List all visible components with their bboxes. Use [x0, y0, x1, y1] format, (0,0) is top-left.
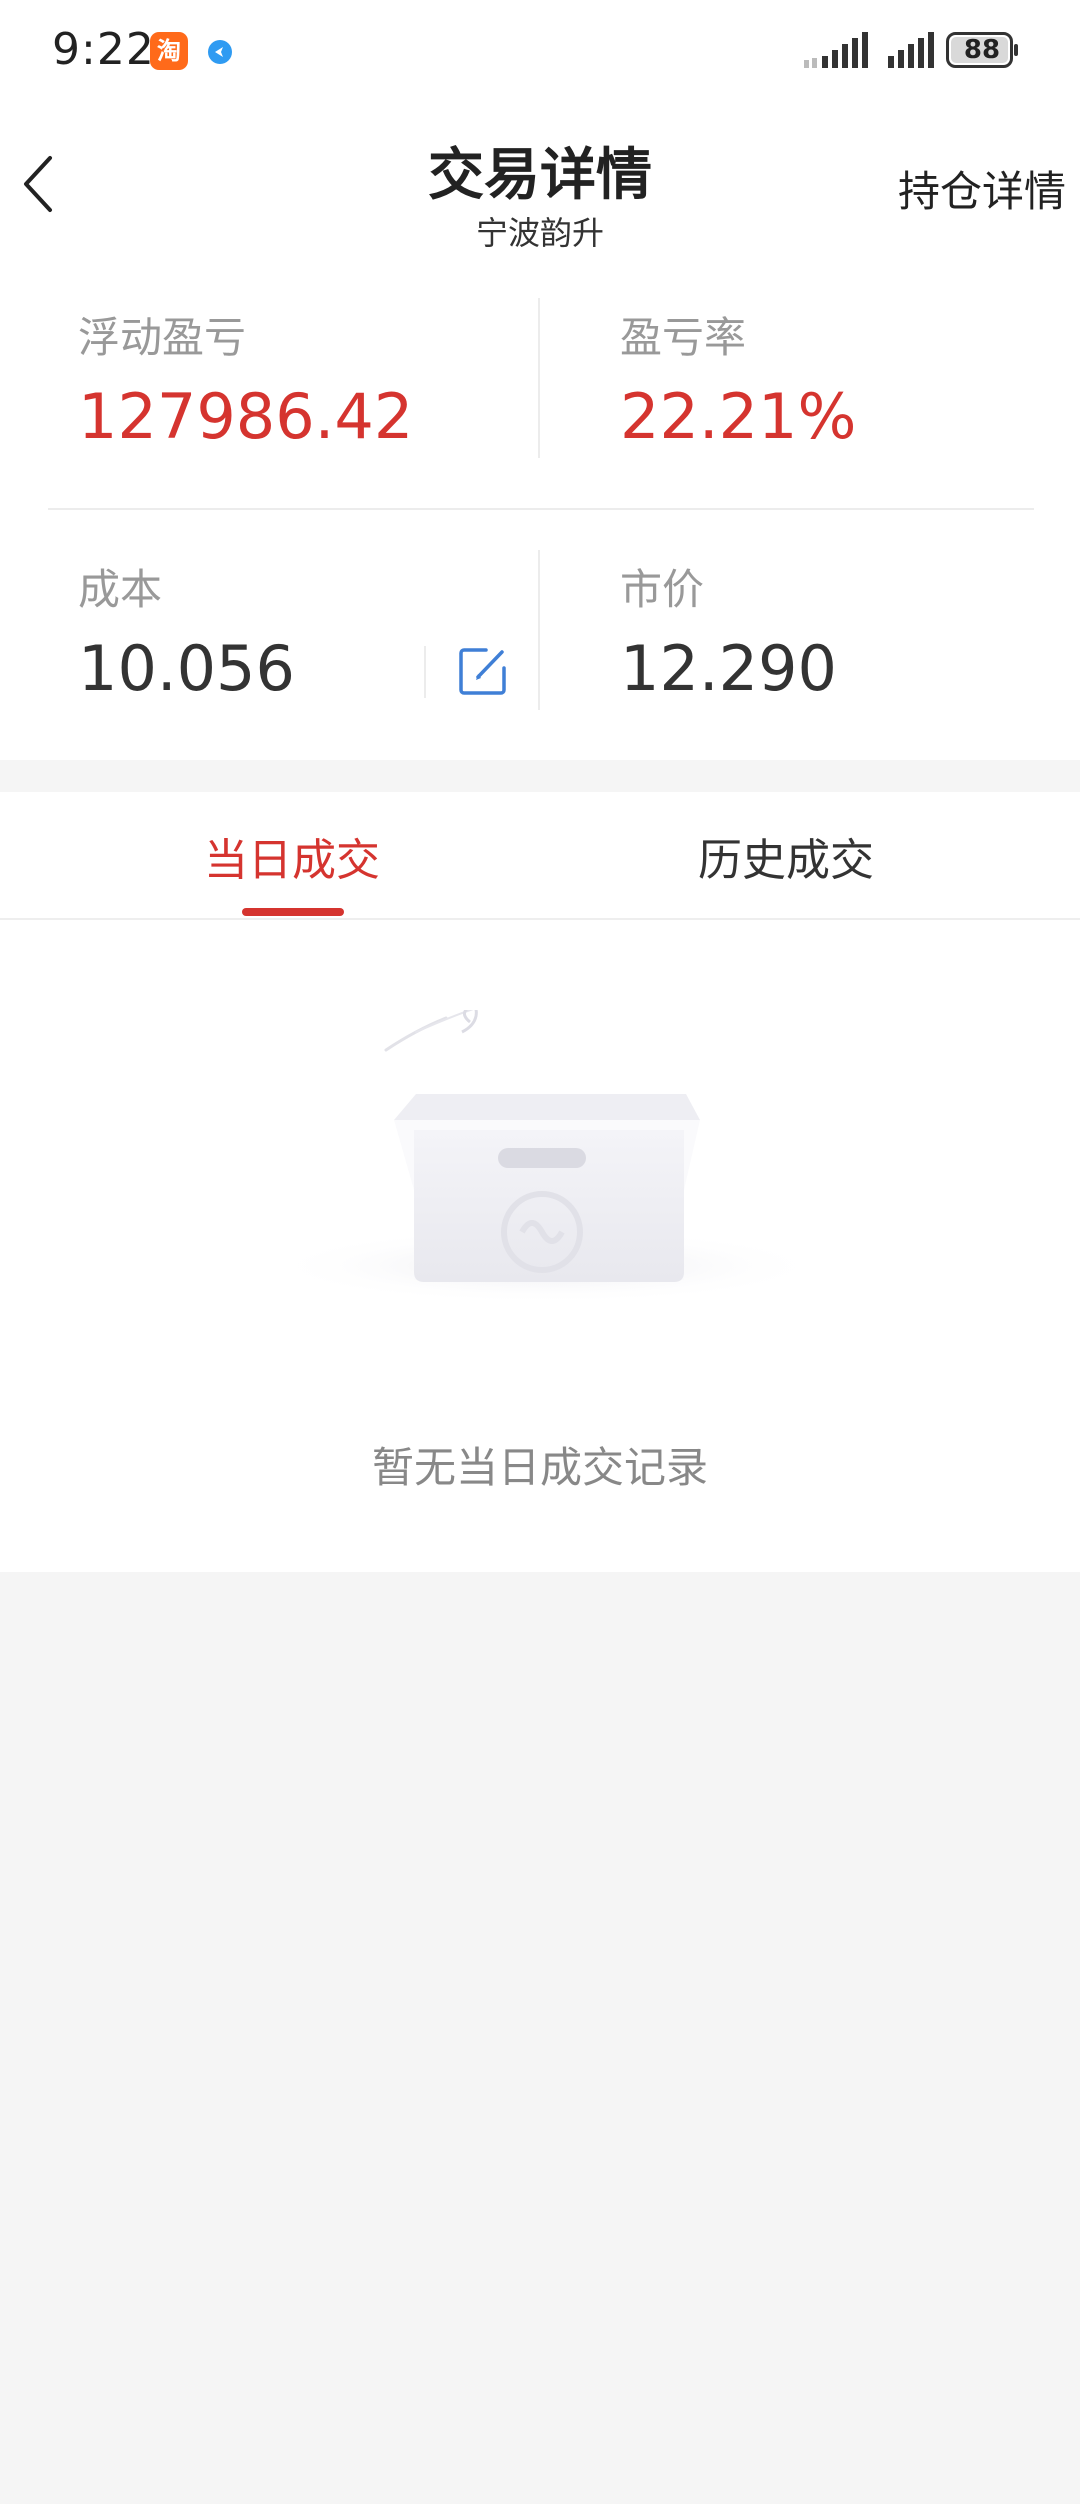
floating-pnl-value: 127986.42: [78, 380, 414, 453]
nav-bar: 交易详情 宁波韵升 持仓详情: [0, 100, 1080, 260]
market-price-value: 12.290: [620, 632, 837, 705]
empty-state-message: 暂无当日成交记录: [371, 1443, 708, 1492]
notification-dot-icon: [208, 40, 232, 64]
edit-divider: [424, 646, 426, 698]
row-divider: [48, 508, 1034, 510]
position-summary: 浮动盈亏 127986.42 盈亏率 22.21% 成本 10.056 市价 1…: [0, 260, 1080, 760]
battery-level: 88: [963, 35, 1001, 65]
empty-box-icon: [266, 1010, 826, 1300]
pnl-rate-value: 22.21%: [620, 380, 857, 453]
column-divider-2: [538, 550, 540, 710]
signal-icon-2: [888, 32, 934, 68]
position-detail-link[interactable]: 持仓详情: [898, 158, 1066, 219]
column-divider: [538, 298, 540, 458]
trade-detail-page: 9:22 淘 88 交易详情 宁波韵升 持仓详情 浮动盈亏 127986.42 …: [0, 0, 1080, 2504]
cost-label: 成本: [78, 565, 163, 614]
signal-icon: [804, 32, 868, 68]
market-price-label: 市价: [620, 565, 705, 614]
pnl-rate-label: 盈亏率: [620, 313, 747, 362]
taobao-app-icon: 淘: [150, 32, 188, 70]
cost-value: 10.056: [78, 632, 295, 705]
active-tab-indicator: [242, 908, 344, 916]
trade-tabs: 当日成交 历史成交: [0, 792, 1080, 920]
edit-icon[interactable]: [456, 644, 510, 698]
status-time: 9:22: [52, 24, 155, 75]
status-bar: 9:22 淘 88: [0, 0, 1080, 100]
floating-pnl-label: 浮动盈亏: [78, 313, 247, 362]
tab-history-trades[interactable]: 历史成交: [516, 824, 1056, 888]
tab-today-trades[interactable]: 当日成交: [22, 824, 562, 888]
empty-state: 暂无当日成交记录: [0, 920, 1080, 1572]
